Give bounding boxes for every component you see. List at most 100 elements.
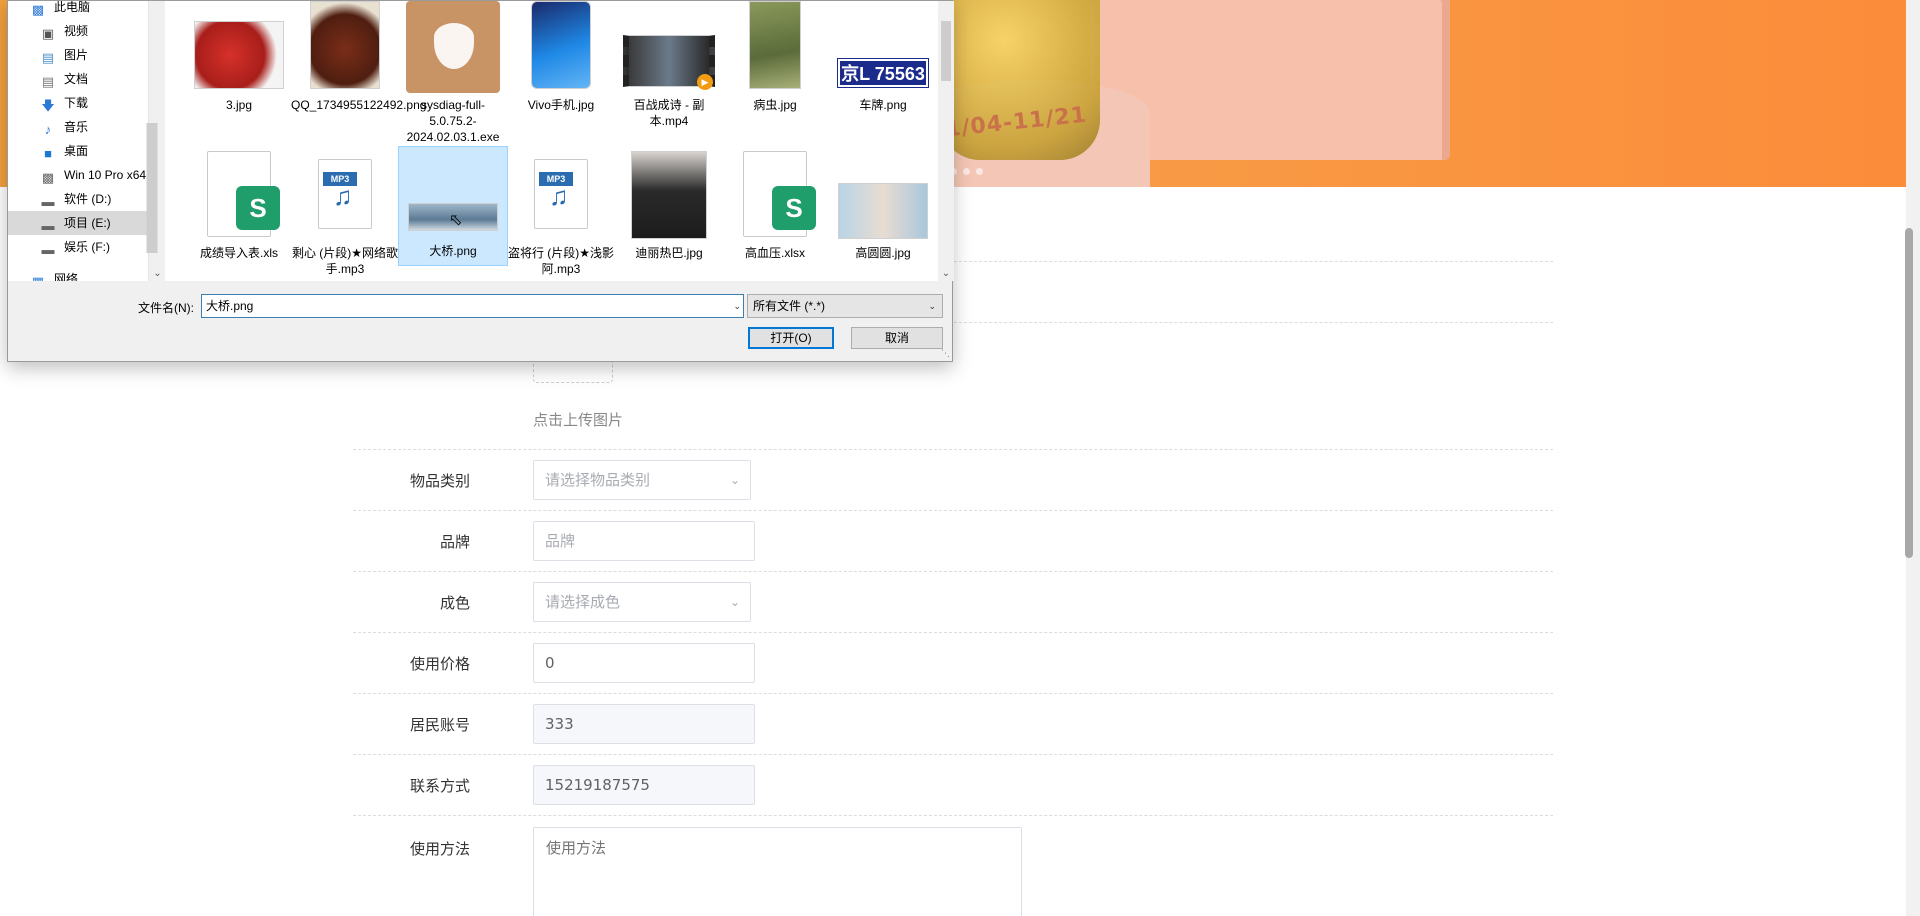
price-input[interactable]: 0	[533, 643, 755, 683]
video-folder-icon: ▣	[41, 26, 55, 41]
page: 1/04-11/21 + 点击上传图片 物品类别 请选择物品类别 ⌄ 品牌 品	[0, 0, 1920, 916]
shield-icon	[434, 23, 474, 69]
desktop-icon: ■	[44, 146, 52, 161]
file-item[interactable]: sysdiag-full-5.0.75.2-2024.02.03.1.exe	[399, 1, 507, 145]
file-item-selected[interactable]: ⬁ 大桥.png	[398, 146, 508, 266]
file-item[interactable]: ▶ 百战成诗 - 副本.mp4	[615, 1, 723, 129]
video-thumbnail: ▶	[623, 35, 715, 90]
documents-folder-icon: ▤	[41, 74, 55, 89]
banner-carousel-dots	[950, 168, 983, 175]
nav-item-desktop[interactable]: ■ 桌面	[40, 139, 148, 163]
file-list-pane: 3.jpg QQ_1734955122492.png sysdiag-full-…	[165, 1, 938, 281]
spreadsheet-file-icon: S	[743, 151, 816, 237]
filename-input[interactable]: 大桥.png ⌄	[201, 294, 744, 318]
form-row-category: 物品类别 请选择物品类别 ⌄	[353, 450, 1553, 511]
nav-item-label: 图片	[64, 48, 89, 62]
page-scrollbar-thumb[interactable]	[1905, 228, 1913, 558]
file-item[interactable]: MP3 ♫ 盗将行 (片段)★浅影阿.mp3	[507, 149, 615, 277]
nav-item-pictures[interactable]: ▤ 图片	[40, 43, 148, 67]
nav-item-label: 软件 (D:)	[64, 192, 112, 206]
usage-label: 使用方法	[409, 840, 470, 858]
file-item[interactable]: Vivo手机.jpg	[507, 1, 615, 113]
account-value: 333	[545, 715, 574, 733]
chevron-down-icon[interactable]: ⌄	[733, 295, 741, 317]
form-row-account: 居民账号 333	[353, 694, 1553, 755]
music-note-icon: ♫	[549, 181, 569, 211]
person-thumbnail	[838, 183, 928, 239]
file-list-scrollbar[interactable]: ⌄	[938, 1, 954, 281]
nav-item-label: 桌面	[64, 144, 89, 158]
resize-grip-icon[interactable]: ⋱	[941, 348, 950, 359]
nav-item-network[interactable]: ▦ 网络	[30, 267, 148, 281]
file-list-scrollbar-thumb[interactable]	[941, 21, 951, 81]
carousel-dot[interactable]	[963, 168, 970, 175]
brand-input[interactable]: 品牌	[533, 521, 755, 561]
nav-item-win10-drive[interactable]: ▩ Win 10 Pro x64	[40, 163, 148, 187]
nav-item-music[interactable]: ♪ 音乐	[40, 115, 148, 139]
account-label: 居民账号	[409, 716, 470, 734]
file-item[interactable]: 迪丽热巴.jpg	[615, 149, 723, 261]
usage-textarea[interactable]	[533, 827, 1022, 916]
category-select[interactable]: 请选择物品类别 ⌄	[533, 460, 751, 500]
scroll-down-arrow-icon[interactable]: ⌄	[149, 268, 166, 279]
file-item[interactable]: 病虫.jpg	[721, 1, 829, 113]
file-item[interactable]: 京L 75563 车牌.png	[829, 1, 937, 113]
account-input[interactable]: 333	[533, 704, 755, 744]
file-item[interactable]: QQ_1734955122492.png	[291, 1, 426, 113]
audio-file-icon: MP3 ♫	[318, 159, 372, 229]
nav-item-label: 项目 (E:)	[64, 216, 111, 230]
contact-value: 15219187575	[545, 776, 650, 794]
nav-item-drive-f[interactable]: ▬ 娱乐 (F:)	[40, 235, 148, 259]
file-name: 成绩导入表.xls	[199, 246, 278, 260]
nav-item-label: 音乐	[64, 120, 89, 134]
file-name: 高圆圆.jpg	[855, 246, 911, 260]
file-item[interactable]: S 高血压.xlsx	[721, 149, 829, 261]
pictures-folder-icon: ▤	[41, 50, 55, 65]
page-scrollbar[interactable]	[1905, 0, 1920, 916]
upload-hint: 点击上传图片	[533, 411, 624, 429]
nav-item-this-pc[interactable]: ▩ 此电脑	[30, 1, 148, 19]
file-type-select[interactable]: 所有文件 (*.*) ⌄	[747, 294, 943, 318]
carousel-dot[interactable]	[976, 168, 983, 175]
scroll-down-arrow-icon[interactable]: ⌄	[938, 268, 954, 279]
nav-item-drive-e[interactable]: ▬ 项目 (E:)	[8, 211, 148, 235]
chevron-down-icon: ⌄	[729, 473, 740, 487]
spreadsheet-file-icon: S	[207, 151, 280, 237]
navigation-scrollbar-thumb[interactable]	[146, 123, 158, 253]
brand-placeholder: 品牌	[545, 532, 576, 550]
form-row-brand: 品牌 品牌	[353, 511, 1553, 572]
price-value: 0	[545, 654, 555, 672]
brand-label: 品牌	[439, 533, 470, 551]
file-item[interactable]: S 成绩导入表.xls	[185, 149, 293, 261]
file-name: 病虫.jpg	[753, 98, 797, 112]
food-thumbnail	[194, 21, 284, 89]
open-button[interactable]: 打开(O)	[748, 327, 834, 349]
nav-item-drive-d[interactable]: ▬ 软件 (D:)	[40, 187, 148, 211]
nav-item-documents[interactable]: ▤ 文档	[40, 67, 148, 91]
contact-input[interactable]: 15219187575	[533, 765, 755, 805]
cancel-button[interactable]: 取消	[851, 327, 943, 349]
file-name: sysdiag-full-5.0.75.2-2024.02.03.1.exe	[406, 98, 500, 144]
condition-select[interactable]: 请选择成色 ⌄	[533, 582, 751, 622]
nav-item-downloads[interactable]: 🡇 下载	[40, 91, 148, 115]
nav-item-label: 娱乐 (F:)	[64, 240, 110, 254]
file-item[interactable]: 高圆圆.jpg	[829, 149, 937, 261]
file-name: Vivo手机.jpg	[527, 98, 595, 112]
package-installer-icon	[406, 1, 500, 93]
license-plate-thumbnail: 京L 75563	[837, 58, 929, 88]
plant-thumbnail	[749, 1, 801, 89]
file-name: 3.jpg	[225, 98, 253, 112]
drive-icon: ▬	[41, 218, 55, 233]
file-name: 迪丽热巴.jpg	[635, 246, 703, 260]
file-name: 大桥.png	[429, 244, 477, 258]
file-item[interactable]: MP3 ♫ 剩心 (片段)★网络歌手.mp3	[291, 149, 399, 277]
file-item[interactable]: 3.jpg	[185, 1, 293, 113]
download-arrow-icon: 🡇	[41, 98, 55, 113]
nav-item-videos[interactable]: ▣ 视频	[40, 19, 148, 43]
nav-item-label: Win 10 Pro x64	[64, 168, 147, 182]
network-icon: ▦	[30, 274, 46, 281]
navigation-scrollbar[interactable]: ⌄	[146, 1, 166, 281]
computer-icon: ▩	[31, 2, 45, 17]
file-name: 车牌.png	[859, 98, 907, 112]
music-note-icon: ♪	[44, 122, 52, 137]
